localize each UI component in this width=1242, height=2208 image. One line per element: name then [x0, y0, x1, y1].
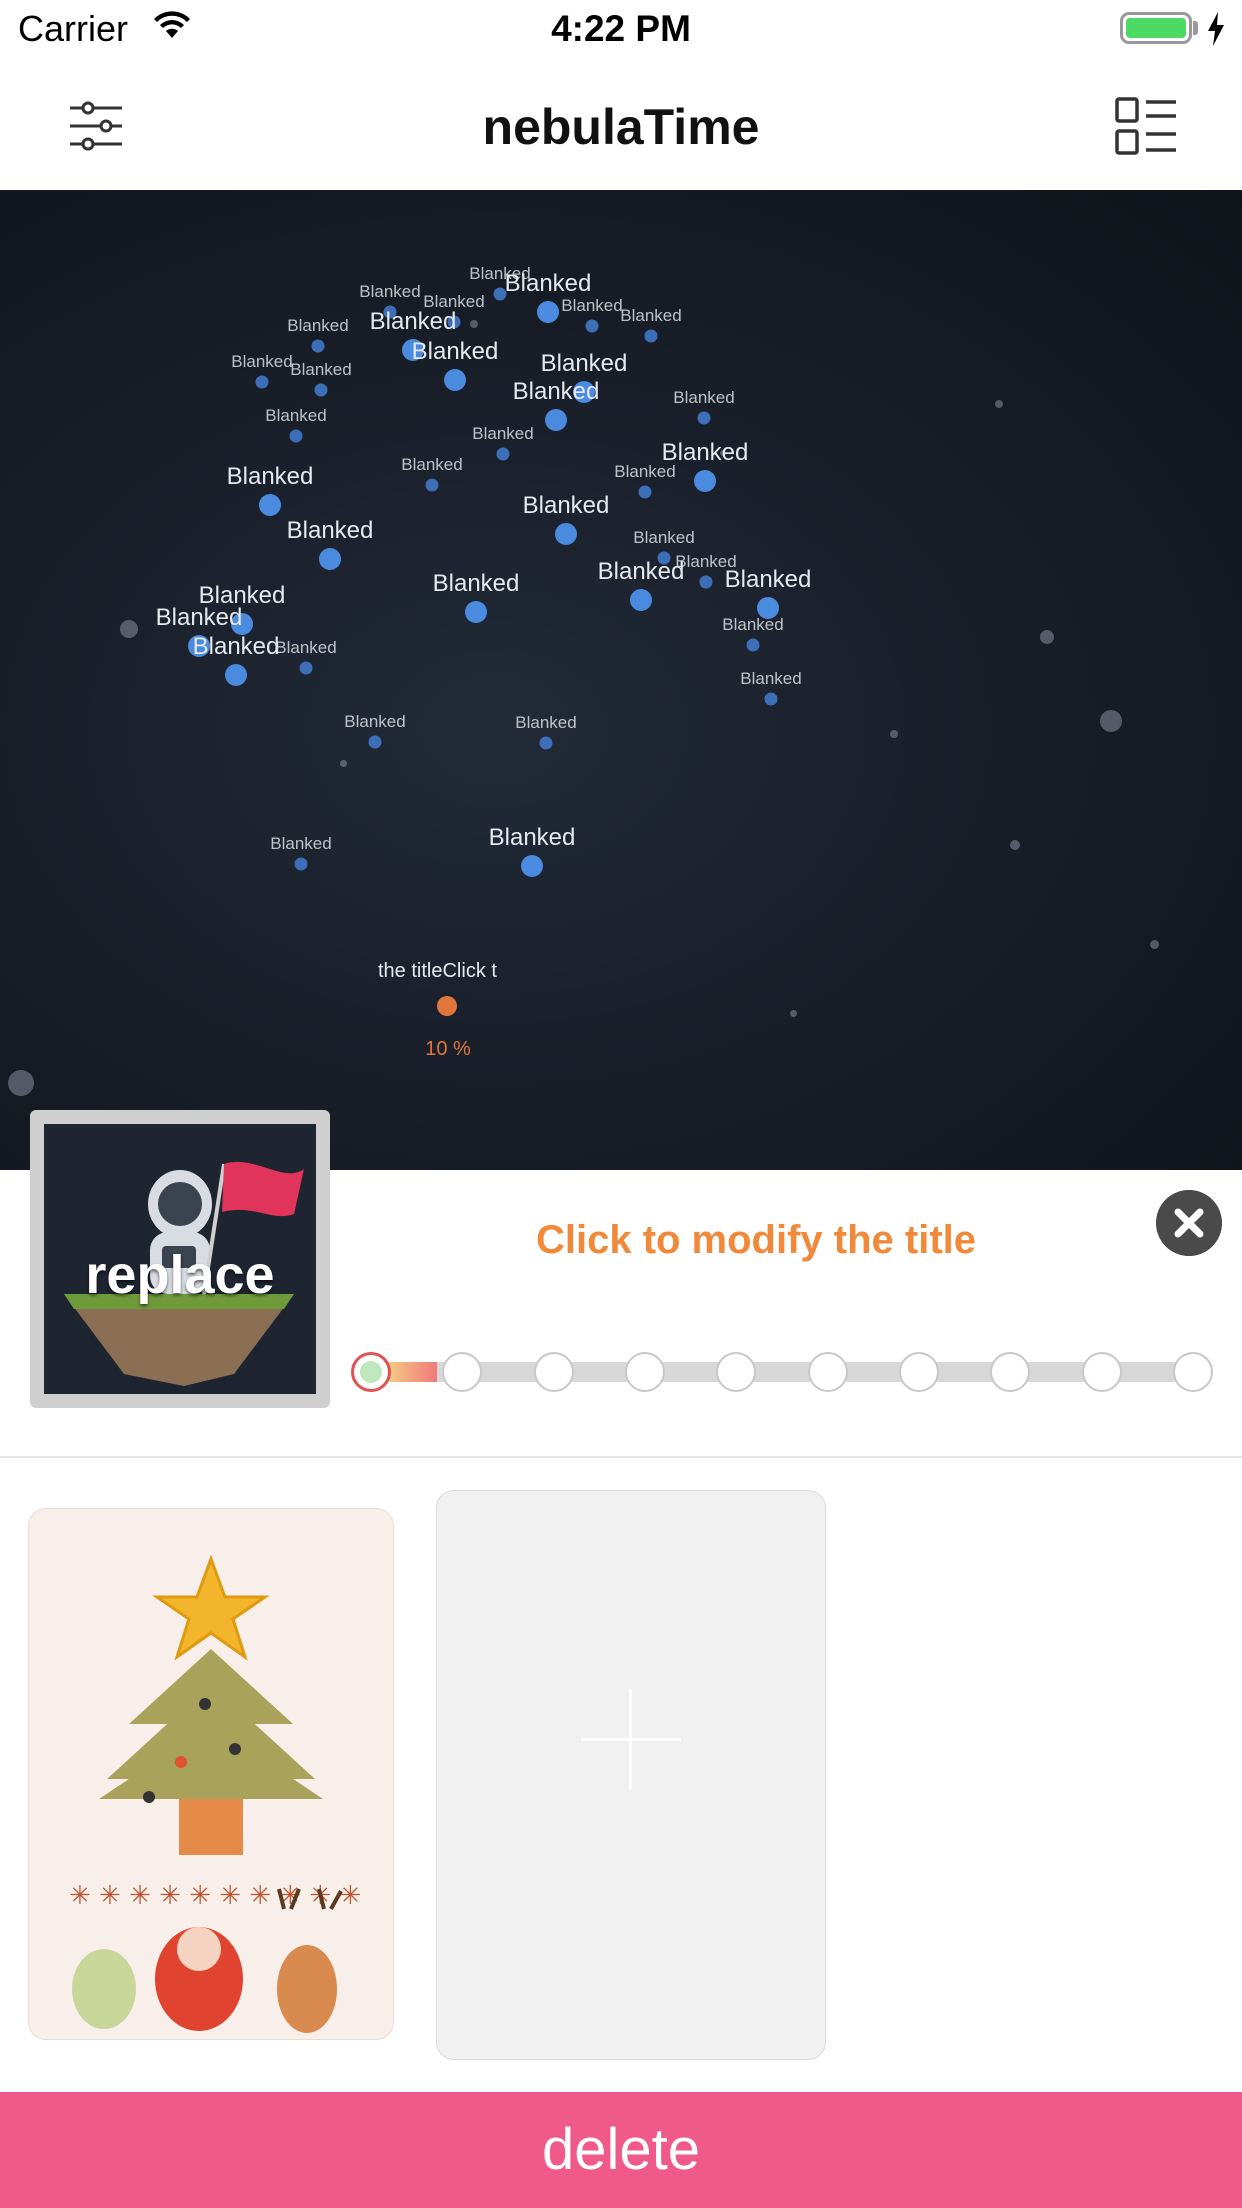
nebula-node-label: Blanked	[740, 669, 802, 688]
slider-step[interactable]	[625, 1352, 665, 1392]
nebula-node-label: Blanked	[155, 604, 243, 631]
slider-step[interactable]	[716, 1352, 756, 1392]
nebula-node-label: Blanked	[488, 824, 576, 851]
list-view-icon[interactable]	[1114, 96, 1180, 156]
nebula-node-label: Blanked	[722, 615, 784, 634]
nebula-node-dot[interactable]	[259, 494, 281, 516]
nebula-node-label: Blanked	[614, 462, 676, 481]
nebula-node-dot[interactable]	[630, 589, 652, 611]
status-bar: Carrier 4:22 PM	[0, 0, 1242, 62]
nebula-node-dot[interactable]	[697, 411, 711, 425]
nebula-node-label: Blanked	[673, 388, 735, 407]
nebula-node-label: Blanked	[597, 558, 685, 585]
nebula-node-dot[interactable]	[225, 664, 247, 686]
plus-icon-vertical	[629, 1689, 632, 1789]
nebula-view[interactable]: the titleClick t 10 % Blanked Blanked Blan…	[0, 190, 1242, 1170]
nebula-node-dot[interactable]	[311, 339, 325, 353]
nebula-node-label: Blanked	[522, 492, 610, 519]
nebula-node-label: Blanked	[512, 378, 600, 405]
node-title-preview: the titleClick t	[378, 960, 497, 982]
nebula-node-dot[interactable]	[764, 692, 778, 706]
progress-percent-label: 10 %	[425, 1038, 471, 1060]
nebula-node-dot[interactable]	[294, 857, 308, 871]
current-node-dot[interactable]	[437, 996, 457, 1016]
battery-icon	[1120, 12, 1192, 44]
christmas-tree-image: ✳ ✳ ✳ ✳ ✳ ✳ ✳ ✳ ✳ ✳	[29, 1509, 393, 2039]
progress-slider[interactable]	[351, 1352, 1213, 1392]
title-edit-field[interactable]: Click to modify the title	[330, 1218, 1182, 1263]
nebula-node-label: Blanked	[561, 296, 623, 315]
nebula-node-dot[interactable]	[319, 548, 341, 570]
nebula-node-label: Blanked	[504, 270, 592, 297]
nebula-node-dot[interactable]	[368, 735, 382, 749]
nebula-node-dot[interactable]	[694, 470, 716, 492]
slider-step[interactable]	[1173, 1352, 1213, 1392]
nebula-node-label: Blanked	[620, 306, 682, 325]
nebula-node-label: Blanked	[540, 350, 628, 377]
navigation-bar: nebulaTime	[0, 62, 1242, 191]
nebula-node-dot[interactable]	[255, 375, 269, 389]
nebula-node-label: Blanked	[369, 308, 457, 335]
nebula-node-label: Blanked	[472, 424, 534, 443]
slider-step[interactable]	[899, 1352, 939, 1392]
thumbnail-image: replace	[44, 1124, 316, 1394]
thumbnail-replace[interactable]: replace	[30, 1110, 330, 1408]
delete-button[interactable]: delete	[0, 2092, 1242, 2208]
nebula-node-label: Blanked	[724, 566, 812, 593]
nebula-node-label: Blanked	[515, 713, 577, 732]
close-icon[interactable]	[1156, 1190, 1222, 1256]
slider-step[interactable]	[351, 1352, 391, 1392]
nebula-node-label: Blanked	[265, 406, 327, 425]
nebula-node-label: Blanked	[290, 360, 352, 379]
nebula-node-dot[interactable]	[638, 485, 652, 499]
nebula-node-dot[interactable]	[425, 478, 439, 492]
nebula-node-label: Blanked	[286, 517, 374, 544]
nebula-node-label: Blanked	[344, 712, 406, 731]
nebula-node-dot[interactable]	[537, 301, 559, 323]
nebula-node-dot[interactable]	[465, 601, 487, 623]
svg-text:✳ ✳ ✳ ✳ ✳ ✳ ✳ ✳ ✳ ✳: ✳ ✳ ✳ ✳ ✳ ✳ ✳ ✳ ✳ ✳	[69, 1881, 361, 1911]
nebula-node-label: Blanked	[226, 463, 314, 490]
nebula-node-label: Blanked	[359, 282, 421, 301]
nebula-node-label: Blanked	[287, 316, 349, 335]
nebula-node-label: Blanked	[633, 528, 695, 547]
nebula-node-label: Blanked	[432, 570, 520, 597]
nebula-node-dot[interactable]	[521, 855, 543, 877]
slider-step[interactable]	[808, 1352, 848, 1392]
nebula-node-dot[interactable]	[444, 369, 466, 391]
charging-bolt-icon	[1208, 12, 1224, 46]
nebula-node-label: Blanked	[192, 633, 280, 660]
nebula-node-dot[interactable]	[539, 736, 553, 750]
nebula-node-dot[interactable]	[299, 661, 313, 675]
nebula-node-label: Blanked	[401, 455, 463, 474]
nebula-node-dot[interactable]	[585, 319, 599, 333]
page-title: nebulaTime	[482, 99, 760, 155]
nebula-node-dot[interactable]	[496, 447, 510, 461]
nebula-node-dot[interactable]	[545, 409, 567, 431]
nebula-node-dot[interactable]	[314, 383, 328, 397]
slider-step[interactable]	[990, 1352, 1030, 1392]
add-card-button[interactable]	[436, 1490, 826, 2060]
nebula-node-label: Blanked	[270, 834, 332, 853]
slider-step[interactable]	[1082, 1352, 1122, 1392]
slider-step[interactable]	[442, 1352, 482, 1392]
nebula-node-label: Blanked	[231, 352, 293, 371]
nebula-node-dot[interactable]	[289, 429, 303, 443]
status-time: 4:22 PM	[551, 8, 691, 49]
nebula-node-dot[interactable]	[699, 575, 713, 589]
nebula-node-dot[interactable]	[555, 523, 577, 545]
nebula-node-label: Blanked	[275, 638, 337, 657]
slider-step[interactable]	[534, 1352, 574, 1392]
nebula-node-label: Blanked	[411, 338, 499, 365]
nebula-node-dot[interactable]	[746, 638, 760, 652]
nebula-node-dot[interactable]	[644, 329, 658, 343]
template-card-christmas[interactable]: ✳ ✳ ✳ ✳ ✳ ✳ ✳ ✳ ✳ ✳	[28, 1508, 394, 2040]
replace-label: replace	[85, 1245, 275, 1305]
battery-tip	[1193, 21, 1198, 35]
